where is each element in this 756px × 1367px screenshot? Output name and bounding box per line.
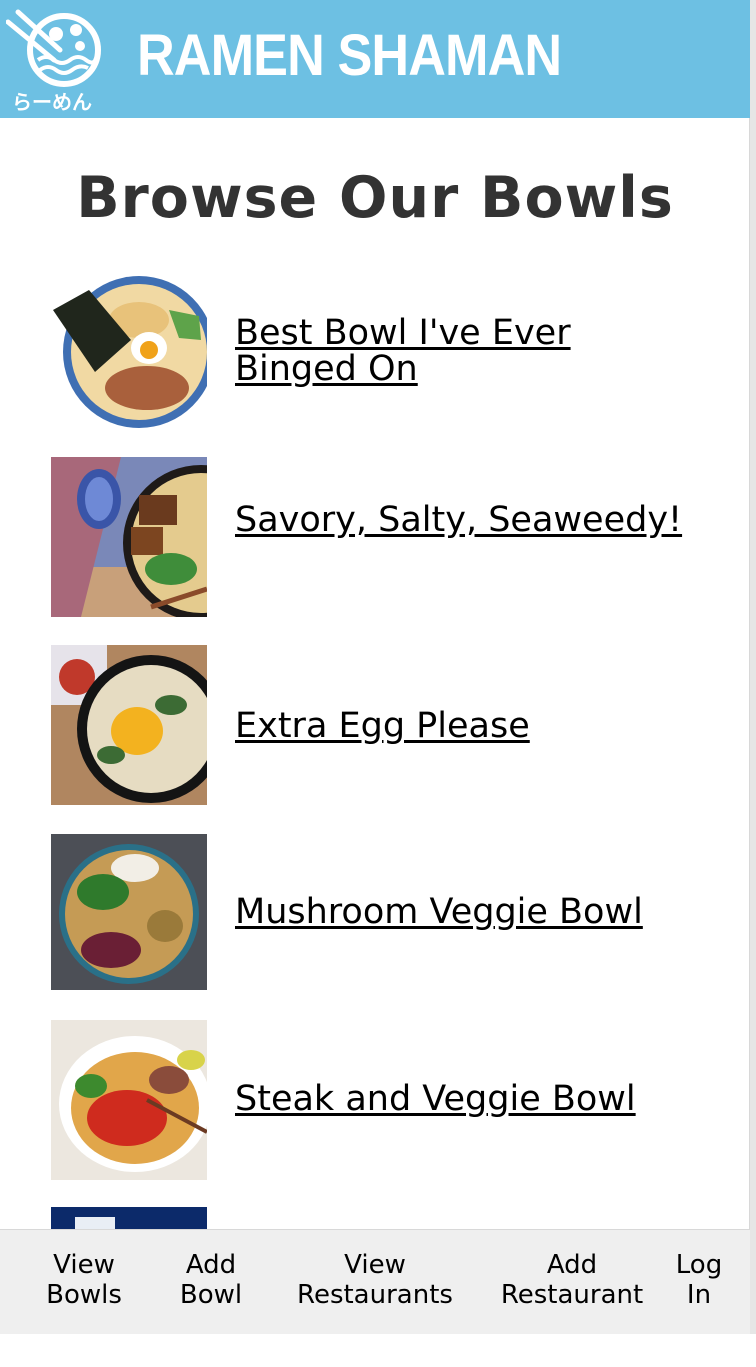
brand-title[interactable]: RAMEN SHAMAN [137,22,562,89]
nav-view-bowls[interactable]: View Bowls [40,1250,128,1310]
scrollbar[interactable] [749,0,756,1334]
logo-text: らーめん [12,90,92,114]
bowl-image[interactable] [51,1020,207,1180]
bottom-nav: View Bowls Add Bowl View Restaurants Add… [0,1229,750,1334]
bowl-link[interactable]: Best Bowl I've Ever Binged On [235,315,695,387]
bowl-link[interactable]: Extra Egg Please [235,708,695,744]
nav-add-bowl[interactable]: Add Bowl [168,1250,254,1310]
bowl-link[interactable]: Steak and Veggie Bowl [235,1081,695,1117]
app-header: らーめん RAMEN SHAMAN [0,0,750,118]
list-item: Extra Egg Please [0,645,750,805]
bowl-image[interactable] [51,457,207,617]
list-item: Mushroom Veggie Bowl [0,834,750,994]
bowl-image[interactable] [51,645,207,805]
list-item: Savory, Salty, Seaweedy! [0,457,750,617]
nav-add-restaurant[interactable]: Add Restaurant [495,1250,649,1310]
list-item: Steak and Veggie Bowl [0,1020,750,1180]
bowl-link[interactable]: Mushroom Veggie Bowl [235,894,695,930]
nav-view-restaurants[interactable]: View Restaurants [290,1250,460,1310]
bowl-image[interactable] [51,270,207,430]
list-item: Best Bowl I've Ever Binged On [0,270,750,430]
nav-log-in[interactable]: Log In [670,1250,728,1310]
bowl-link[interactable]: Savory, Salty, Seaweedy! [235,502,695,538]
page-title: Browse Our Bowls [76,165,674,231]
bowl-image[interactable] [51,834,207,994]
